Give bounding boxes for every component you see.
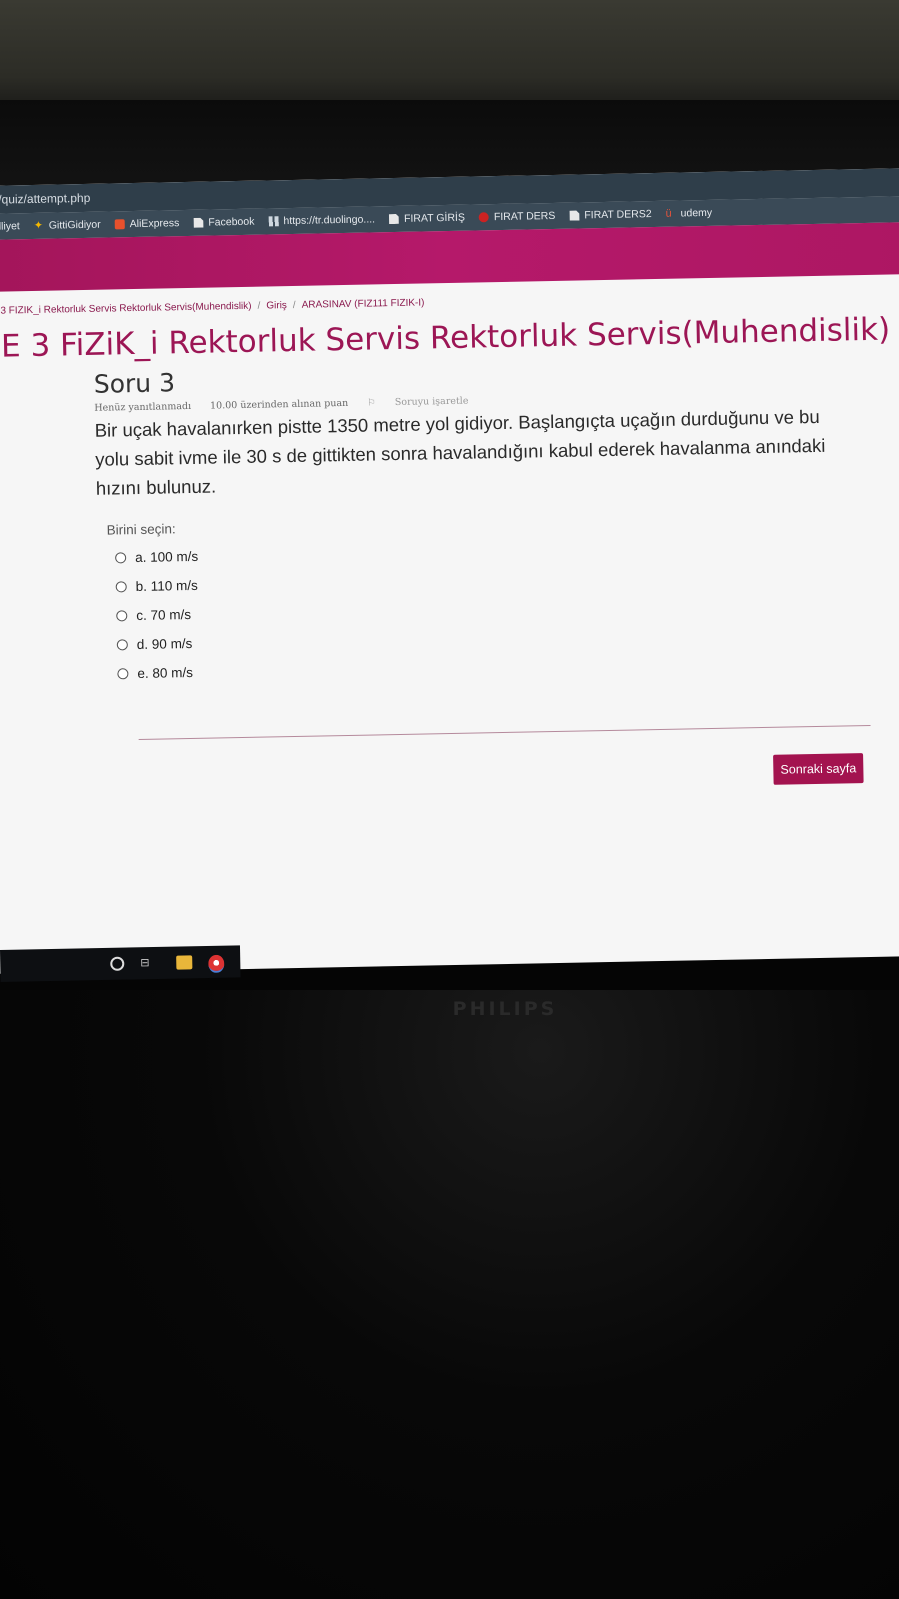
radio-button[interactable] [115, 581, 127, 593]
udemy-icon: ü [665, 207, 672, 220]
document-icon [389, 214, 399, 224]
option-label[interactable]: a. 100 m/s [135, 549, 198, 565]
aliexpress-icon [114, 219, 125, 230]
flag-icon: ⚐ [367, 397, 376, 409]
bookmark-label: https://tr.duolingo.... [283, 213, 376, 228]
file-explorer-icon[interactable] [176, 955, 193, 970]
option-label[interactable]: e. 80 m/s [137, 665, 193, 681]
question-text: Bir uçak havalanırken pistte 1350 metre … [94, 405, 826, 499]
radio-button[interactable] [116, 639, 128, 651]
bookmark-label: udemy [680, 206, 713, 220]
monitor-brand-logo: PHILIPS [452, 998, 558, 1020]
bookmark-facebook[interactable]: Facebook [193, 215, 255, 229]
url-text[interactable]: /quiz/attempt.php [0, 191, 90, 207]
bookmark-milliyet[interactable]: lliyet [0, 220, 20, 232]
bookmark-duolingo[interactable]: https://tr.duolingo.... [268, 213, 375, 227]
answer-options: a. 100 m/s b. 110 m/s c. 70 m/s d. 90 m/… [115, 529, 890, 689]
breadcrumb-quiz[interactable]: ARASINAV (FIZ111 FIZIK-I) [302, 297, 425, 310]
chrome-icon[interactable] [208, 954, 225, 974]
question-block: Soru 3 Henüz yanıtlanmadı 10.00 üzerinde… [94, 355, 890, 689]
option-label[interactable]: c. 70 m/s [136, 607, 191, 623]
bookmark-label: Facebook [208, 215, 255, 229]
bookmark-label: FIRAT DERS [493, 209, 556, 224]
main-content: 3 FIZIK_i Rektorluk Servis Rektorluk Ser… [0, 288, 899, 365]
bookmark-label: FIRAT GİRİŞ [403, 211, 466, 225]
breadcrumb-separator: / [257, 300, 261, 312]
breadcrumb-separator: / [292, 299, 296, 311]
document-icon [569, 210, 579, 220]
radio-button[interactable] [115, 552, 127, 564]
task-view-icon[interactable]: ⊟ [140, 956, 152, 970]
bookmark-firat-giris[interactable]: FIRAT GİRİŞ [389, 212, 465, 225]
flag-label: Soruyu işaretle [394, 395, 469, 409]
monitor-screen: /quiz/attempt.php lliyet ✦ GittiGidiyor … [0, 168, 899, 974]
bookmark-label: GittiGidiyor [48, 218, 101, 232]
question-status: Henüz yanıtlanmadı [94, 400, 192, 414]
bookmark-firat-ders2[interactable]: FIRAT DERS2 [569, 208, 652, 222]
option-label[interactable]: b. 110 m/s [136, 578, 198, 594]
breadcrumb-course[interactable]: 3 FIZIK_i Rektorluk Servis Rektorluk Ser… [0, 301, 251, 317]
option-label[interactable]: d. 90 m/s [137, 636, 193, 652]
taskbar: ⊟ [0, 945, 241, 982]
flag-question[interactable]: ⚐ Soruyu işaretle [367, 395, 484, 409]
radio-button[interactable] [116, 610, 128, 622]
bookmark-firat-ders[interactable]: FIRAT DERS [478, 209, 556, 224]
bookmark-label: AliExpress [129, 217, 180, 231]
bookmark-label: FIRAT DERS2 [584, 208, 652, 222]
gittigidiyor-icon: ✦ [33, 219, 44, 232]
radio-button[interactable] [117, 668, 129, 680]
document-icon [193, 218, 203, 228]
cortana-icon[interactable] [110, 956, 125, 971]
grid-icon [268, 216, 279, 227]
background-wall [0, 0, 899, 110]
bookmark-label: lliyet [0, 220, 20, 233]
bookmark-udemy[interactable]: ü udemy [665, 207, 712, 220]
monitor-bezel-bottom [0, 990, 899, 1599]
firat-icon [478, 212, 489, 223]
bookmark-gittigidiyor[interactable]: ✦ GittiGidiyor [34, 219, 101, 232]
bookmark-aliexpress[interactable]: AliExpress [114, 217, 180, 231]
next-page-button[interactable]: Sonraki sayfa [773, 753, 864, 785]
question-points: 10.00 üzerinden alınan puan [209, 397, 349, 412]
divider [138, 724, 871, 741]
breadcrumb-home[interactable]: Giriş [266, 300, 287, 311]
breadcrumb: 3 FIZIK_i Rektorluk Servis Rektorluk Ser… [0, 288, 899, 316]
